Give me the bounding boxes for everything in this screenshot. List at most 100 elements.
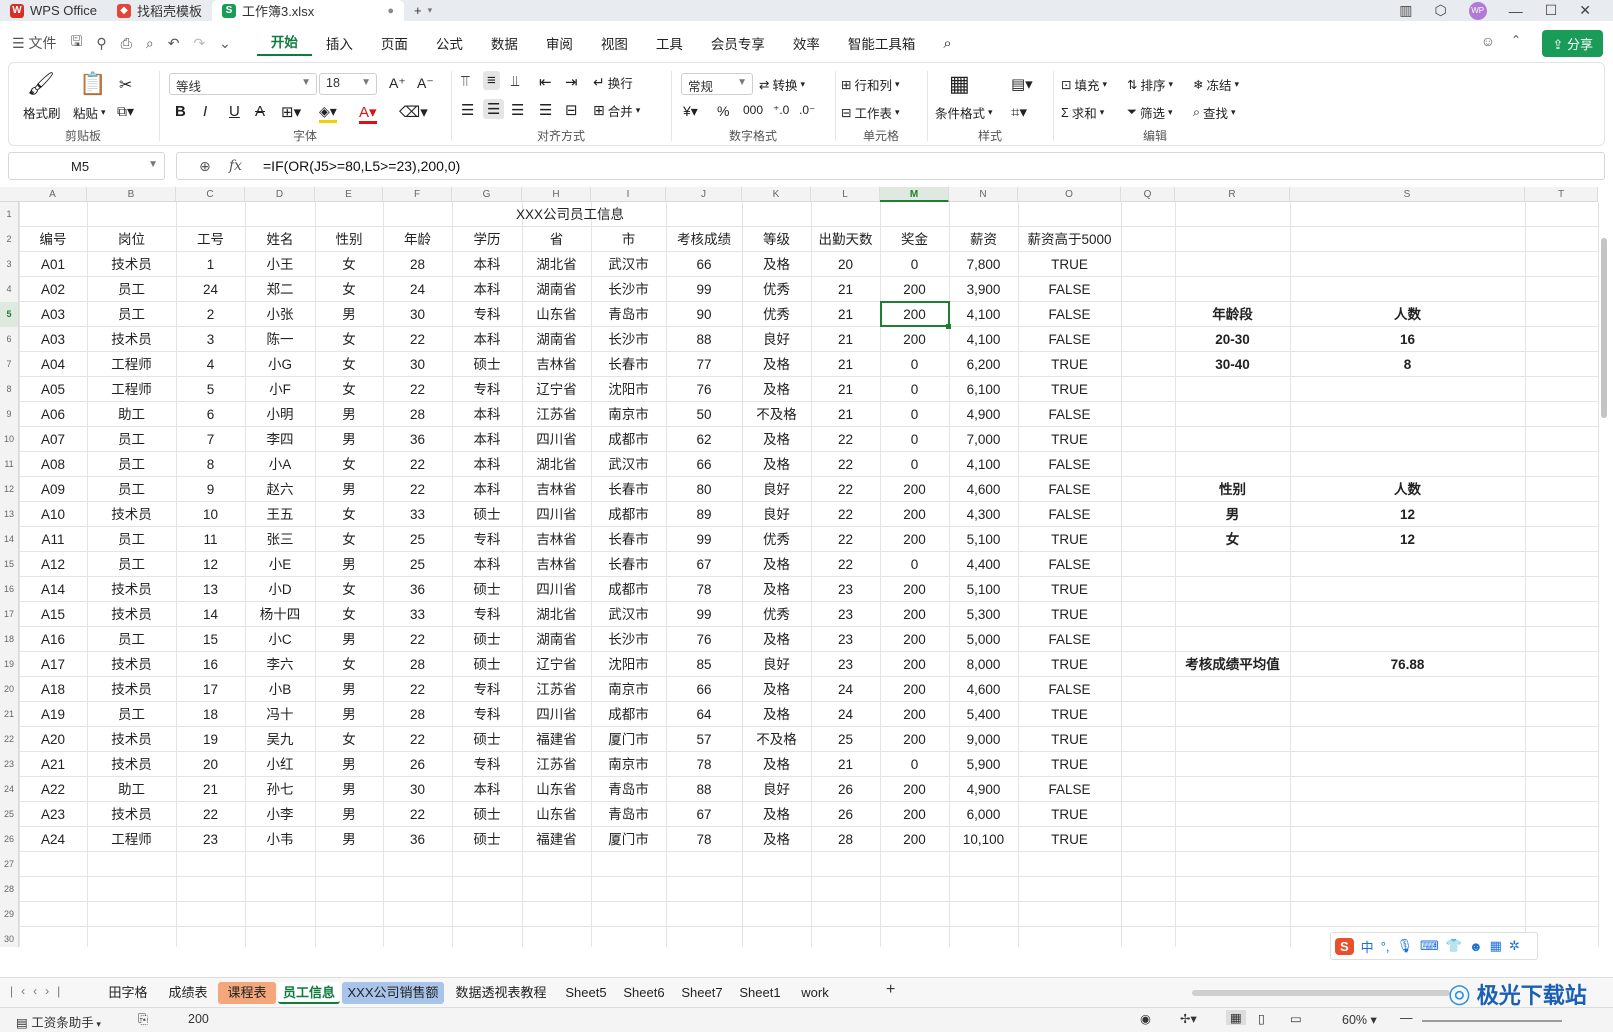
close-icon[interactable]: ✕ [1579, 2, 1591, 19]
table-cell[interactable]: 5,900 [949, 752, 1018, 777]
table-cell[interactable]: 南京市 [591, 402, 666, 427]
table-cell[interactable]: 优秀 [742, 302, 811, 327]
row-header[interactable]: 3 [0, 252, 19, 277]
share-link-icon[interactable]: ⚲ [96, 35, 106, 52]
table-cell[interactable]: 0 [880, 377, 949, 402]
tab-close-icon[interactable]: ● [387, 5, 394, 17]
undo-icon[interactable]: ↶ [168, 35, 180, 52]
column-title[interactable]: 性别 [315, 227, 383, 252]
skin-icon[interactable]: 👕 [1446, 938, 1462, 954]
menu-efficiency[interactable]: 效率 [779, 33, 834, 53]
table-cell[interactable]: 小G [245, 352, 315, 377]
column-header-k[interactable]: K [742, 187, 811, 202]
table-cell[interactable]: 88 [666, 777, 742, 802]
table-cell[interactable]: 80 [666, 477, 742, 502]
table-cell[interactable]: 福建省 [522, 827, 591, 852]
menu-member[interactable]: 会员专享 [697, 33, 779, 53]
table-cell[interactable]: 200 [880, 702, 949, 727]
table-cell[interactable]: 辽宁省 [522, 652, 591, 677]
table-cell[interactable]: 及格 [742, 752, 811, 777]
table-cell[interactable]: 10,100 [949, 827, 1018, 852]
column-header-s[interactable]: S [1290, 187, 1525, 202]
table-cell[interactable]: 23 [811, 627, 880, 652]
table-cell[interactable]: 员工 [87, 452, 176, 477]
table-cell[interactable]: 长沙市 [591, 627, 666, 652]
table-cell[interactable]: 200 [880, 652, 949, 677]
align-left-icon[interactable]: ☰ [461, 101, 474, 119]
table-cell[interactable]: 0 [880, 402, 949, 427]
table-cell[interactable]: 5,400 [949, 702, 1018, 727]
table-cell[interactable]: 11 [176, 527, 245, 552]
table-cell[interactable]: 员工 [87, 552, 176, 577]
table-cell[interactable]: TRUE [1018, 427, 1121, 452]
table-cell[interactable]: 及格 [742, 352, 811, 377]
table-cell[interactable]: 20 [176, 752, 245, 777]
row-header[interactable]: 25 [0, 802, 19, 827]
table-cell[interactable]: 22 [383, 802, 452, 827]
layout-icon[interactable]: ▥ [1399, 2, 1412, 19]
bold-icon[interactable]: B [175, 103, 186, 120]
table-cell[interactable]: 硕士 [452, 352, 522, 377]
align-top-icon[interactable]: ⫪ [461, 73, 469, 90]
table-cell[interactable]: 良好 [742, 502, 811, 527]
table-cell[interactable]: TRUE [1018, 352, 1121, 377]
table-cell[interactable]: A05 [19, 377, 87, 402]
table-cell[interactable]: 男 [315, 677, 383, 702]
table-cell[interactable]: 0 [880, 252, 949, 277]
column-header-e[interactable]: E [315, 187, 383, 202]
table-cell[interactable]: FALSE [1018, 302, 1121, 327]
column-title[interactable]: 姓名 [245, 227, 315, 252]
menu-start[interactable]: 开始 [256, 31, 312, 56]
table-cell[interactable]: 200 [880, 802, 949, 827]
table-cell[interactable]: 南京市 [591, 752, 666, 777]
select-all-corner[interactable] [0, 187, 19, 202]
sheet-tab[interactable]: 员工信息 [278, 982, 340, 1004]
table-cell[interactable]: 22 [383, 727, 452, 752]
table-cell[interactable]: A12 [19, 552, 87, 577]
table-cell[interactable]: 长沙市 [591, 327, 666, 352]
sheet-tab[interactable]: 田字格 [98, 982, 158, 1004]
table-cell[interactable]: 5,300 [949, 602, 1018, 627]
row-header[interactable]: 5 [0, 302, 19, 327]
table-cell[interactable]: 厦门市 [591, 727, 666, 752]
table-cell[interactable]: 78 [666, 752, 742, 777]
table-cell[interactable]: 优秀 [742, 277, 811, 302]
table-cell[interactable]: 江苏省 [522, 402, 591, 427]
number-format-select[interactable]: 常规 ▼ [681, 73, 753, 95]
column-header-d[interactable]: D [245, 187, 315, 202]
table-cell[interactable]: 南京市 [591, 677, 666, 702]
table-cell[interactable]: 88 [666, 327, 742, 352]
horizontal-scrollbar[interactable] [1192, 990, 1450, 996]
table-cell[interactable]: 青岛市 [591, 777, 666, 802]
table-cell[interactable]: 女 [315, 602, 383, 627]
convert-button[interactable]: ⇄ 转换 ▾ [759, 75, 805, 94]
column-title[interactable]: 薪资高于5000 [1018, 227, 1121, 252]
table-cell[interactable]: 22 [383, 477, 452, 502]
vertical-scrollbar[interactable] [1601, 210, 1609, 970]
table-cell[interactable]: 36 [383, 577, 452, 602]
table-cell[interactable]: 女 [315, 252, 383, 277]
gender-cell[interactable]: 男 [1175, 502, 1290, 527]
row-header[interactable]: 8 [0, 377, 19, 402]
table-cell[interactable]: 21 [811, 277, 880, 302]
sheet-tab[interactable]: Sheet7 [674, 982, 730, 1004]
table-cell[interactable]: FALSE [1018, 627, 1121, 652]
row-header[interactable]: 14 [0, 527, 19, 552]
table-cell[interactable]: 男 [315, 427, 383, 452]
table-cell[interactable]: 3,900 [949, 277, 1018, 302]
table-cell[interactable]: A22 [19, 777, 87, 802]
table-cell[interactable]: 19 [176, 727, 245, 752]
table-cell[interactable]: 9 [176, 477, 245, 502]
payroll-helper-button[interactable]: ▤ 工资条助手 ▾ [16, 1012, 101, 1031]
table-cell[interactable]: 30 [383, 302, 452, 327]
table-cell[interactable]: 22 [811, 452, 880, 477]
table-cell[interactable]: 57 [666, 727, 742, 752]
sheet-tab[interactable]: 数据透视表教程 [446, 982, 556, 1004]
paste-icon[interactable]: 📋 [79, 71, 106, 97]
age-count-cell[interactable]: 16 [1290, 327, 1525, 352]
table-cell[interactable]: 小E [245, 552, 315, 577]
table-cell[interactable]: 90 [666, 302, 742, 327]
table-cell[interactable]: 助工 [87, 402, 176, 427]
file-menu[interactable]: ☰ 文件 [12, 33, 56, 53]
column-header-t[interactable]: T [1525, 187, 1598, 202]
